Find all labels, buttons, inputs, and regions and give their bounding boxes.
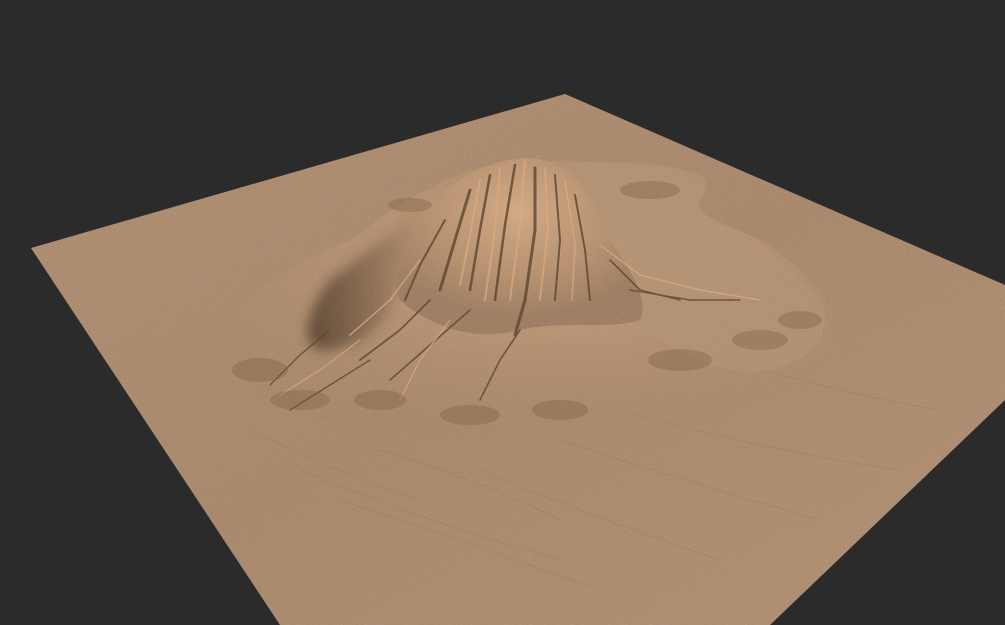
terrain-render[interactable] — [0, 0, 1005, 625]
3d-viewport[interactable] — [0, 0, 1005, 625]
